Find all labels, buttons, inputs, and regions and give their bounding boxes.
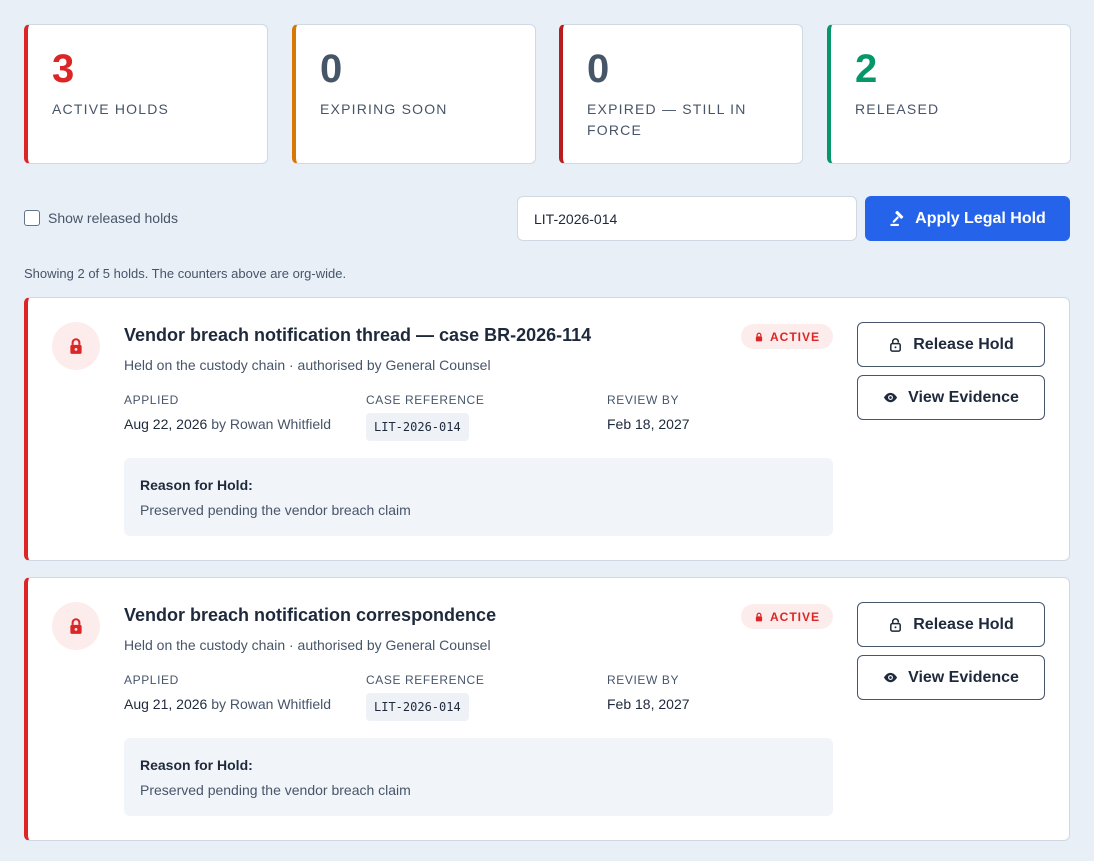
reason-box: Reason for Hold: Preserved pending the v… <box>124 738 833 816</box>
reason-box: Reason for Hold: Preserved pending the v… <box>124 458 833 536</box>
applied-by: by Rowan Whitfield <box>211 696 332 712</box>
unlock-icon <box>890 618 902 632</box>
holds-summary: Showing 2 of 5 holds. The counters above… <box>24 266 347 281</box>
applied-by: by Rowan Whitfield <box>211 416 332 432</box>
show-released-label: Show released holds <box>48 210 178 226</box>
applied-value: Aug 22, 2026 by Rowan Whitfield <box>124 416 331 432</box>
case-reference-chip: LIT-2026-014 <box>366 413 469 441</box>
stat-card-released: 2 RELEASED <box>827 24 1071 164</box>
hold-title: Vendor breach notification thread — case… <box>124 325 592 345</box>
reason-title: Reason for Hold: <box>140 477 253 493</box>
hold-title: Vendor breach notification correspondenc… <box>124 605 497 625</box>
stats-row: 3 ACTIVE HOLDS 0 EXPIRING SOON 0 EXPIRED… <box>24 24 1071 164</box>
applied-value: Aug 21, 2026 by Rowan Whitfield <box>124 696 331 712</box>
stat-card-expiring-soon: 0 EXPIRING SOON <box>292 24 536 164</box>
applied-date: Aug 22, 2026 <box>124 416 208 432</box>
apply-legal-hold-label: Apply Legal Hold <box>915 209 1046 227</box>
apply-legal-hold-button[interactable]: Apply Legal Hold <box>865 196 1070 241</box>
release-hold-button[interactable]: Release Hold <box>857 602 1045 647</box>
show-released-toggle[interactable]: Show released holds <box>24 210 178 226</box>
unlock-icon <box>890 338 902 352</box>
eye-icon <box>884 392 898 403</box>
stat-value: 0 <box>587 47 610 91</box>
release-hold-button[interactable]: Release Hold <box>857 322 1045 367</box>
hold-subtitle: Held on the custody chain · authorised b… <box>124 637 491 653</box>
case-reference-chip: LIT-2026-014 <box>366 693 469 721</box>
hold-card: Vendor breach notification correspondenc… <box>24 577 1070 841</box>
applied-label: APPLIED <box>124 393 179 407</box>
case-reference-label: CASE REFERENCE <box>366 673 485 687</box>
lock-icon <box>52 322 100 370</box>
view-evidence-label: View Evidence <box>908 388 1019 406</box>
status-badge-label: ACTIVE <box>769 329 820 344</box>
eye-icon <box>884 672 898 683</box>
show-released-checkbox[interactable] <box>24 210 40 226</box>
view-evidence-label: View Evidence <box>908 668 1019 686</box>
applied-date: Aug 21, 2026 <box>124 696 208 712</box>
hold-subtitle: Held on the custody chain · authorised b… <box>124 357 491 373</box>
reason-text: Preserved pending the vendor breach clai… <box>140 782 411 798</box>
lock-icon <box>755 332 763 341</box>
stat-card-active-holds: 3 ACTIVE HOLDS <box>24 24 268 164</box>
review-by-label: REVIEW BY <box>607 393 680 407</box>
reason-text: Preserved pending the vendor breach clai… <box>140 502 411 518</box>
stat-value: 3 <box>52 47 75 91</box>
gavel-icon <box>890 210 904 226</box>
case-reference-input[interactable] <box>517 196 857 241</box>
lock-icon <box>52 602 100 650</box>
case-reference-label: CASE REFERENCE <box>366 393 485 407</box>
stat-label: EXPIRING SOON <box>320 101 448 117</box>
release-hold-label: Release Hold <box>913 335 1014 353</box>
view-evidence-button[interactable]: View Evidence <box>857 375 1045 420</box>
stat-label: RELEASED <box>855 101 940 117</box>
view-evidence-button[interactable]: View Evidence <box>857 655 1045 700</box>
applied-label: APPLIED <box>124 673 179 687</box>
review-by-value: Feb 18, 2027 <box>607 416 690 432</box>
status-badge: ACTIVE <box>741 604 833 629</box>
release-hold-label: Release Hold <box>913 615 1014 633</box>
review-by-label: REVIEW BY <box>607 673 680 687</box>
stat-value: 0 <box>320 47 343 91</box>
reason-title: Reason for Hold: <box>140 757 253 773</box>
status-badge: ACTIVE <box>741 324 833 349</box>
stat-card-expired-in-force: 0 EXPIRED — STILL IN FORCE <box>559 24 803 164</box>
stat-label: EXPIRED — STILL IN FORCE <box>587 101 747 138</box>
stat-value: 2 <box>855 47 878 91</box>
hold-card: Vendor breach notification thread — case… <box>24 297 1070 561</box>
stat-label: ACTIVE HOLDS <box>52 101 170 117</box>
review-by-value: Feb 18, 2027 <box>607 696 690 712</box>
status-badge-label: ACTIVE <box>769 609 820 624</box>
lock-icon <box>755 612 763 621</box>
